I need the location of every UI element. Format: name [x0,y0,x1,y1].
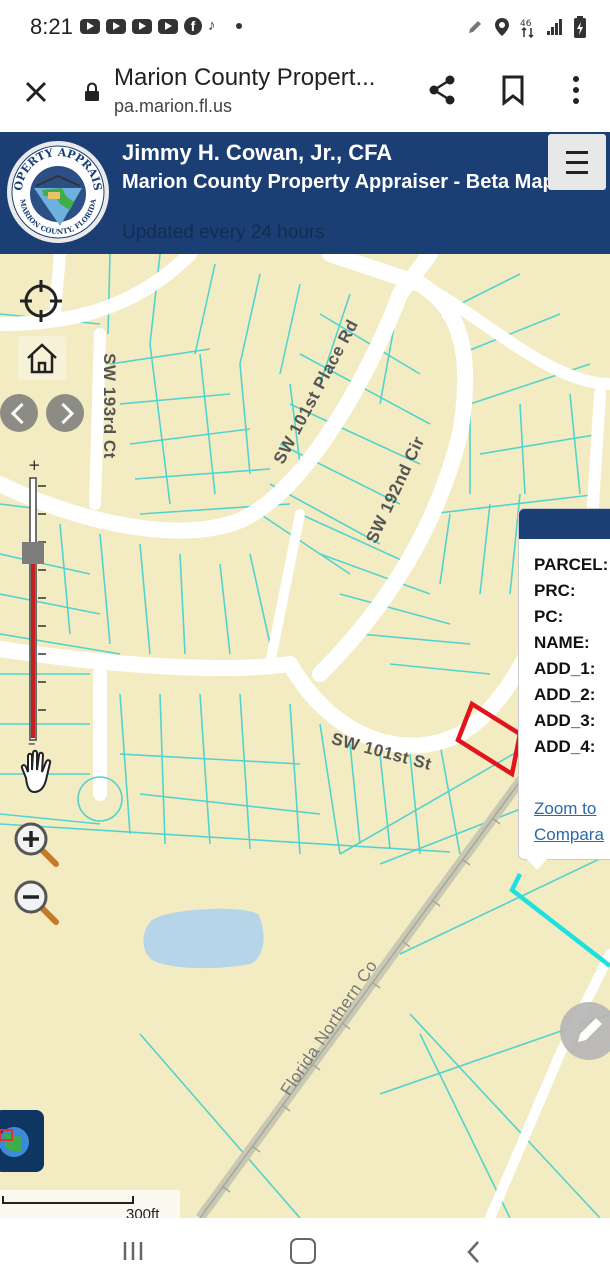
parcel-info-popup: PARCEL: PRC: PC: NAME: ADD_1: ADD_2: ADD… [518,508,610,860]
page-title[interactable]: Marion County Propert... [114,64,404,92]
home-button[interactable] [290,1238,316,1264]
railroad-track [195,751,545,1218]
update-note: Updated every 24 hours [122,222,325,243]
hamburger-icon [566,151,588,154]
facebook-icon: f [184,17,202,35]
cell-signal-icon [546,18,564,41]
close-icon [25,81,47,103]
youtube-icon [158,18,178,34]
data-signal-icon: 46 [520,16,536,43]
edit-icon [466,18,484,41]
comparables-link[interactable]: Compara [534,825,604,845]
property-appraiser-logo[interactable]: PROPERTY APPRAISER MARION COUNTY, FLORID… [0,132,112,246]
zoom-out-icon [14,880,59,925]
zoom-slider[interactable]: + – [18,456,48,752]
field-add1: ADD_1: [534,659,596,678]
road-label-193rd-ct: SW 193rd Ct [99,353,119,459]
field-add2: ADD_2: [534,685,596,704]
pond [143,908,264,969]
lock-icon [84,82,100,102]
field-add3: ADD_3: [534,711,596,730]
share-button[interactable] [428,74,458,106]
zoom-in-icon [14,822,59,867]
globe-icon [0,1127,29,1157]
field-parcel: PARCEL: [534,555,609,574]
scale-label: 300ft [126,1206,160,1218]
field-pc: PC: [534,607,564,626]
popup-pointer [526,858,548,870]
home-icon [27,343,57,374]
bookmark-button[interactable] [500,74,526,107]
youtube-icon [106,18,126,34]
back-button[interactable] [466,1240,482,1264]
youtube-icon [132,18,152,34]
recent-apps-button[interactable] [122,1240,144,1262]
notification-icons: f ♪ [80,17,242,35]
zoom-slider-handle [22,542,44,564]
appraiser-name: Jimmy H. Cowan, Jr., CFA [122,140,393,165]
zoom-out-button[interactable] [12,878,62,928]
field-name: NAME: [534,633,590,652]
edit-button[interactable] [560,1002,610,1060]
zoom-slider-plus: + [28,458,41,474]
locate-button[interactable] [18,278,64,324]
site-subtitle: Marion County Property Appraiser - Beta … [122,171,579,193]
tiktok-icon: ♪ [208,17,216,34]
pan-hand-icon[interactable] [14,748,60,796]
field-add4: ADD_4: [534,737,596,756]
browser-toolbar: Marion County Propert... pa.marion.fl.us [0,58,610,132]
more-options-button[interactable] [566,74,586,106]
share-icon [429,75,455,105]
pencil-icon [578,1018,602,1042]
field-prc: PRC: [534,581,576,600]
zoom-slider-minus: – [28,734,36,748]
previous-extent-button[interactable] [0,394,38,432]
bookmark-icon [502,75,524,107]
site-header: PROPERTY APPRAISER MARION COUNTY, FLORID… [0,132,610,254]
popup-fields: PARCEL: PRC: PC: NAME: ADD_1: ADD_2: ADD… [534,555,608,763]
youtube-icon [80,18,100,34]
next-extent-button[interactable] [46,394,84,432]
back-icon [467,1241,479,1263]
home-extent-button[interactable] [18,336,66,380]
adjacent-parcel[interactable] [509,872,610,968]
status-bar: 8:21 f ♪ 46 [0,0,610,58]
scale-bar: 300ft [0,1190,180,1218]
screen: 8:21 f ♪ 46 Marion County Propert... pa.… [0,0,610,1287]
page-url[interactable]: pa.marion.fl.us [114,96,232,117]
battery-icon [574,16,586,43]
svg-text:46: 46 [520,19,532,29]
basemap-toggle-button[interactable] [0,1110,44,1172]
system-icons: 46 [466,16,586,43]
crosshair-icon [20,280,62,322]
location-icon [494,17,510,42]
status-time: 8:21 [30,14,73,39]
more-vert-icon [573,76,579,104]
close-button[interactable] [20,76,52,108]
more-dot-icon [236,23,242,29]
zoom-to-link[interactable]: Zoom to [534,799,596,819]
recent-apps-icon [123,1242,143,1260]
menu-button[interactable] [548,134,606,190]
scale-line [2,1196,134,1204]
popup-header [519,509,610,539]
system-nav-bar [0,1218,610,1287]
zoom-in-button[interactable] [12,820,62,870]
selected-parcel[interactable] [455,700,523,778]
